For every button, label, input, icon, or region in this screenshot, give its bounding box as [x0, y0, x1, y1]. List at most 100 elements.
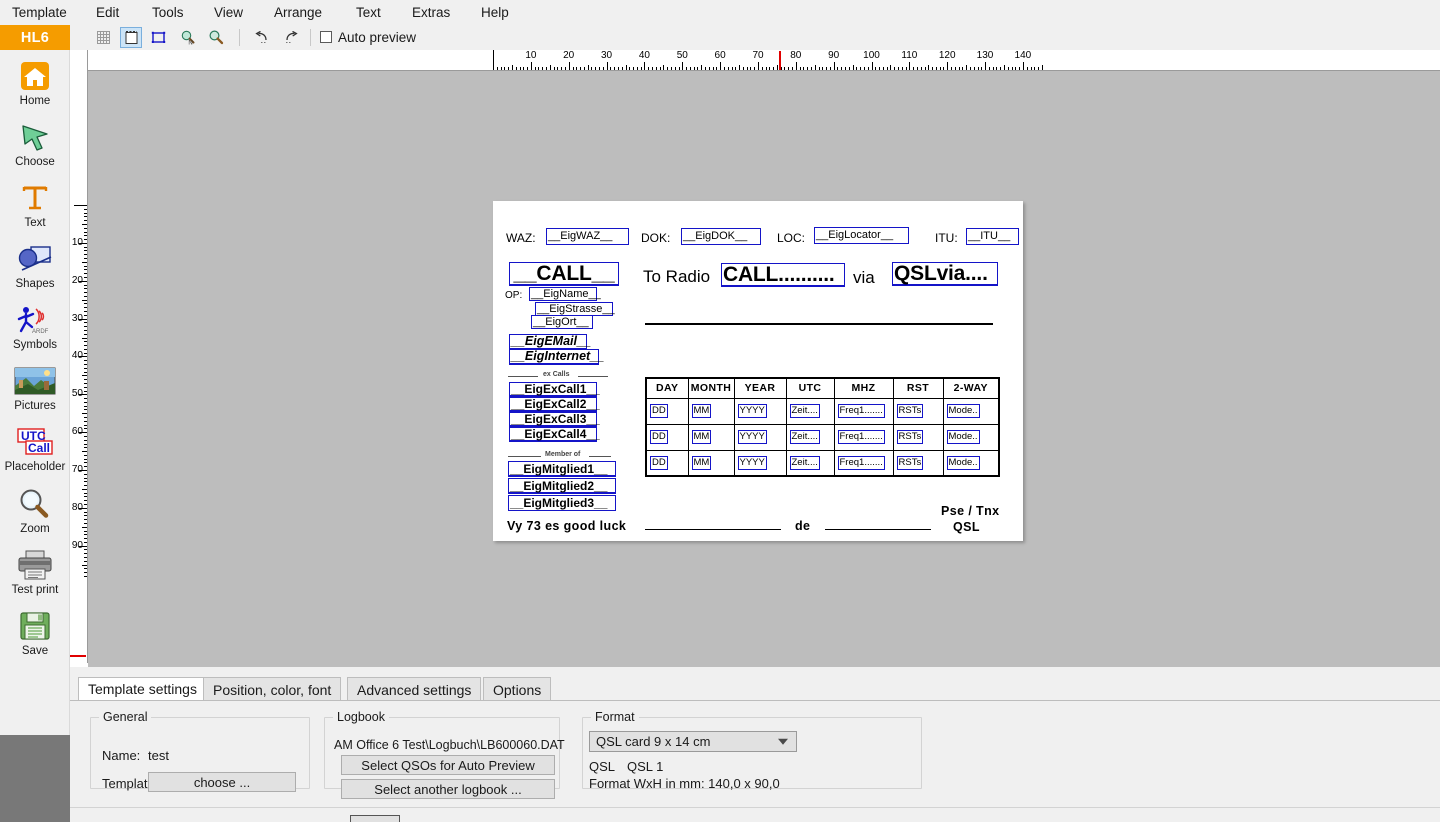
svg-text:Call: Call	[28, 441, 50, 455]
sidebar-label-shapes: Shapes	[15, 278, 55, 290]
undo-icon[interactable]	[250, 27, 272, 48]
ex-call-3-placeholder[interactable]: __EigExCall3__	[509, 412, 600, 427]
symbols-icon: ARDF	[0, 302, 70, 338]
menu-item-extras[interactable]: Extras	[408, 5, 454, 20]
choose-template-button[interactable]: choose ...	[148, 772, 296, 792]
qso-cell: RSTs	[892, 449, 944, 477]
internet-placeholder[interactable]: __EigInternet__	[509, 349, 604, 365]
qso-placeholder-0-0[interactable]: DD	[650, 403, 668, 418]
ex-calls-separator-left	[508, 376, 538, 377]
qso-table[interactable]: DAY MONTH YEAR UTC MHZ RST 2-WAY DD MM YYYY Zeit..…	[645, 377, 1000, 477]
sidebar-item-text[interactable]: Text	[0, 180, 70, 230]
tab-template-settings[interactable]: Template settings	[78, 677, 207, 701]
ex-call-1-placeholder[interactable]: __EigExCall1__	[509, 382, 600, 397]
via-label: via	[853, 268, 875, 287]
sidebar-item-test-print[interactable]: Test print	[0, 547, 70, 597]
qso-placeholder-4-2[interactable]: Freq1.......	[837, 455, 885, 470]
qso-cell: Mode..	[942, 449, 1000, 477]
qso-placeholder-0-2[interactable]: DD	[650, 455, 668, 470]
qso-placeholder-3-0[interactable]: Zeit....	[789, 403, 820, 418]
qso-placeholder-2-2[interactable]: YYYY	[737, 455, 767, 470]
qso-cell: Freq1.......	[833, 423, 894, 451]
sidebar-item-shapes[interactable]: Shapes	[0, 241, 70, 291]
qso-cell: Mode..	[942, 397, 1000, 425]
format-select[interactable]: QSL card 9 x 14 cm	[589, 731, 797, 752]
sidebar-item-zoom[interactable]: Zoom	[0, 486, 70, 536]
loc-label: LOC:	[777, 231, 806, 245]
sidebar-label-save: Save	[21, 645, 49, 657]
qso-placeholder-2-0[interactable]: YYYY	[737, 403, 767, 418]
select-qsos-button[interactable]: Select QSOs for Auto Preview	[341, 755, 555, 775]
qso-placeholder-1-0[interactable]: MM	[691, 403, 712, 418]
qso-placeholder-5-0[interactable]: RSTs	[896, 403, 924, 418]
dok-placeholder[interactable]: __EigDOK__	[681, 228, 761, 245]
qso-placeholder-1-2[interactable]: MM	[691, 455, 712, 470]
menu-item-view[interactable]: View	[210, 5, 247, 20]
horizontal-ruler[interactable]: 10 20 30 40 50 60 70 80 90 100 110 120 130 140	[88, 50, 1440, 71]
sidebar-item-placeholder[interactable]: UTC Call Placeholder	[0, 424, 70, 474]
waz-placeholder[interactable]: __EigWAZ__	[546, 228, 629, 245]
select-logbook-button[interactable]: Select another logbook ...	[341, 779, 555, 799]
tool-sidebar: Home Choose Text Shapes ARDF Symbols Pic…	[0, 50, 70, 735]
qsl-via-placeholder[interactable]: QSLvia....	[892, 262, 998, 286]
qsl-card-preview[interactable]: WAZ: __EigWAZ__ DOK: __EigDOK__ LOC: __E…	[493, 201, 1023, 541]
menu-item-tools[interactable]: Tools	[148, 5, 188, 20]
qso-header-mhz: MHZ	[833, 377, 894, 399]
qso-placeholder-0-1[interactable]: DD	[650, 429, 668, 444]
sidebar-item-pictures[interactable]: Pictures	[0, 363, 70, 413]
grid-icon[interactable]	[92, 27, 114, 48]
menu-item-arrange[interactable]: Arrange	[270, 5, 326, 20]
svg-text:ARDF: ARDF	[32, 329, 49, 335]
member-1-placeholder[interactable]: __EigMitglied1__	[508, 461, 616, 477]
menu-item-template[interactable]: Template	[8, 5, 71, 20]
email-placeholder[interactable]: __EigEMail__	[509, 334, 591, 350]
itu-placeholder[interactable]: __ITU__	[966, 228, 1019, 245]
zoom-icon[interactable]	[205, 27, 227, 48]
tab-advanced-settings[interactable]: Advanced settings	[347, 677, 482, 701]
redo-icon[interactable]	[280, 27, 302, 48]
app-logo: HL6	[0, 25, 70, 50]
qso-cell: RSTs	[892, 423, 944, 451]
page-border-icon[interactable]	[120, 27, 142, 48]
member-2-placeholder[interactable]: __EigMitglied2__	[508, 478, 616, 494]
auto-preview-checkbox[interactable]	[320, 31, 332, 43]
loc-placeholder[interactable]: __EigLocator__	[814, 227, 909, 244]
menu-item-text[interactable]: Text	[352, 5, 385, 20]
qso-placeholder-2-1[interactable]: YYYY	[737, 429, 767, 444]
qso-placeholder-6-2[interactable]: Mode..	[946, 455, 980, 470]
qso-placeholder-6-0[interactable]: Mode..	[946, 403, 980, 418]
qso-placeholder-5-1[interactable]: RSTs	[896, 429, 924, 444]
qso-placeholder-3-1[interactable]: Zeit....	[789, 429, 820, 444]
op-name-placeholder[interactable]: __EigName__	[529, 287, 601, 301]
zoom-fit-icon[interactable]: N	[177, 27, 199, 48]
sidebar-item-save[interactable]: Save	[0, 608, 70, 658]
tab-options[interactable]: Options	[483, 677, 552, 701]
tab-position-color-font[interactable]: Position, color, font	[203, 677, 342, 701]
auto-preview-label: Auto preview	[338, 30, 417, 45]
qso-placeholder-5-2[interactable]: RSTs	[896, 455, 924, 470]
sidebar-item-symbols[interactable]: ARDF Symbols	[0, 302, 70, 352]
own-call-placeholder[interactable]: __CALL__	[509, 262, 619, 286]
member-3-placeholder[interactable]: __EigMitglied3__	[508, 495, 616, 511]
partial-button[interactable]	[350, 815, 400, 822]
sidebar-item-home[interactable]: Home	[0, 58, 70, 108]
to-radio-call-placeholder[interactable]: CALL..........	[721, 263, 845, 287]
sidebar-item-choose[interactable]: Choose	[0, 119, 70, 169]
menu-item-help[interactable]: Help	[477, 5, 513, 20]
qso-placeholder-3-2[interactable]: Zeit....	[789, 455, 820, 470]
qso-placeholder-4-1[interactable]: Freq1.......	[837, 429, 885, 444]
ex-call-4-placeholder[interactable]: __EigExCall4__	[509, 427, 600, 442]
sidebar-label-test-print: Test print	[11, 584, 59, 596]
qso-placeholder-1-1[interactable]: MM	[691, 429, 712, 444]
op-street-placeholder[interactable]: __EigStrasse__	[535, 302, 615, 316]
ex-call-2-placeholder[interactable]: __EigExCall2__	[509, 397, 600, 412]
qso-placeholder-6-1[interactable]: Mode..	[946, 429, 980, 444]
menu-item-edit[interactable]: Edit	[92, 5, 123, 20]
qso-placeholder-4-0[interactable]: Freq1.......	[837, 403, 885, 418]
design-canvas[interactable]: WAZ: __EigWAZ__ DOK: __EigDOK__ LOC: __E…	[88, 71, 1440, 667]
vertical-ruler[interactable]: 10 20 30 40 50 60 70 80 90	[70, 50, 88, 663]
qso-cell: RSTs	[892, 397, 944, 425]
floppy-icon	[0, 608, 70, 644]
op-city-placeholder[interactable]: __EigOrt__	[531, 315, 593, 329]
frame-icon[interactable]	[147, 27, 169, 48]
